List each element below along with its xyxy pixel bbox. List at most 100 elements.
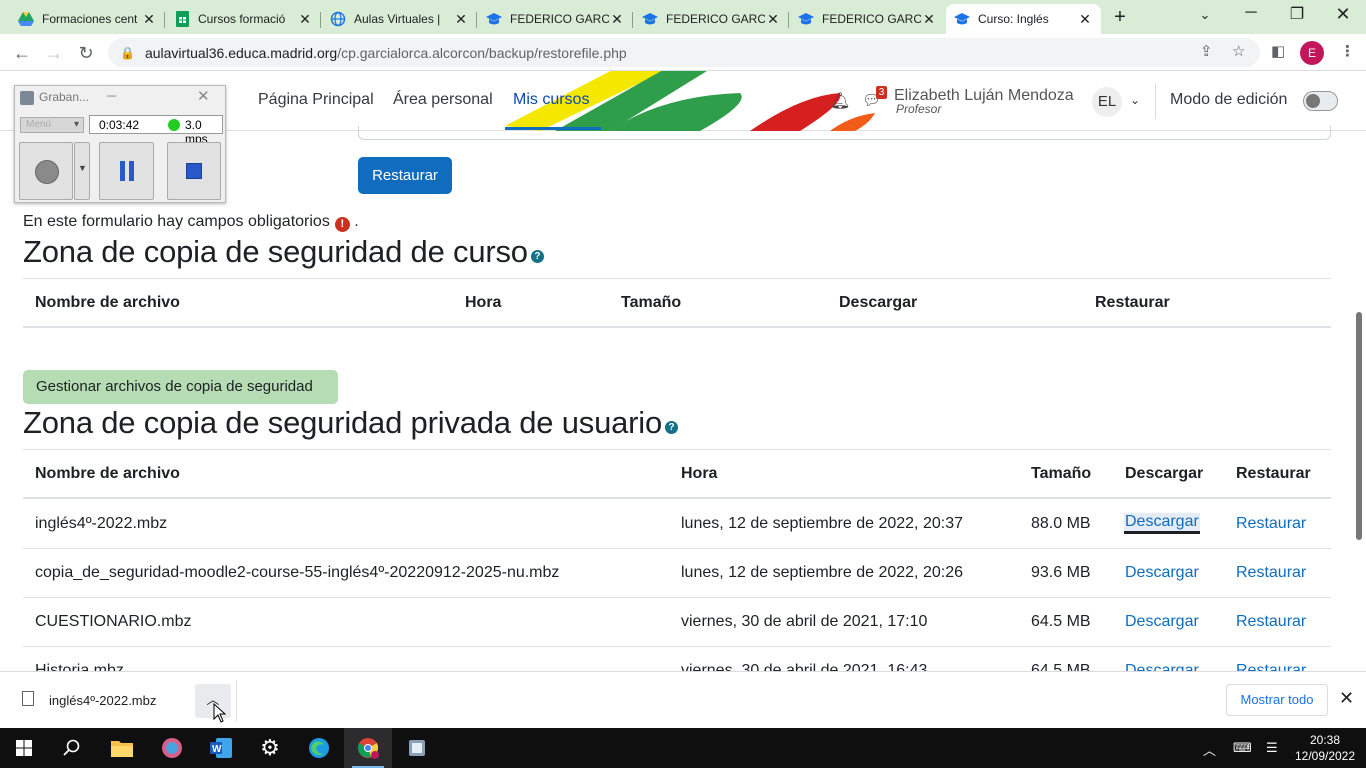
col-nombre: Nombre de archivo <box>35 465 180 482</box>
close-tab-icon[interactable]: ✕ <box>609 11 625 28</box>
close-tab-icon[interactable]: ✕ <box>297 11 313 28</box>
close-tab-icon[interactable]: ✕ <box>453 11 469 28</box>
col-restaurar: Restaurar <box>1236 465 1311 482</box>
tab-title: Aulas Virtuales | <box>354 12 441 26</box>
minimize-window-icon[interactable]: ─ <box>1236 4 1266 22</box>
minimize-icon[interactable]: ─ <box>107 88 116 103</box>
show-all-downloads-button[interactable]: Mostrar todo <box>1226 684 1328 716</box>
col-descargar: Descargar <box>1125 465 1204 482</box>
tab-title: FEDERICO GARCI <box>822 12 921 26</box>
recorder-menu-label: Menú <box>26 119 52 130</box>
back-arrow-icon[interactable]: ← <box>10 41 34 65</box>
chrome-icon <box>357 738 379 759</box>
bell-icon[interactable]: 🔔︎ <box>830 91 850 111</box>
nav-mis-cursos[interactable]: Mis cursos <box>513 91 589 109</box>
close-tab-icon[interactable]: ✕ <box>921 11 937 28</box>
col-restaurar: Restaurar <box>1095 294 1170 311</box>
system-clock[interactable]: 20:38 12/09/2022 <box>1294 732 1356 764</box>
moodle-cap-icon <box>486 11 502 27</box>
close-download-shelf-icon[interactable]: ✕ <box>1339 688 1354 709</box>
taskbar-app-ai[interactable] <box>148 728 196 768</box>
restore-link[interactable]: Restaurar <box>1236 515 1306 533</box>
record-options-button[interactable]: ▼ <box>74 142 90 200</box>
dropdown-arrow-icon: ▾ <box>73 119 79 130</box>
brain-app-icon <box>162 738 182 758</box>
nav-area-personal[interactable]: Área personal <box>393 91 493 109</box>
download-link[interactable]: Descargar <box>1125 564 1199 582</box>
col-tamano: Tamaño <box>1031 465 1092 482</box>
forward-arrow-icon[interactable]: → <box>42 41 66 65</box>
lock-icon[interactable]: 🔒 <box>120 46 135 60</box>
screen-recorder-window[interactable]: Graban... ─ ✕ Menú ▾ 0:03:42 3.0 mps ▼ <box>14 85 226 203</box>
new-tab-icon[interactable]: + <box>1108 6 1132 29</box>
help-question-icon[interactable]: ? <box>530 250 544 263</box>
mouse-cursor-icon <box>213 703 227 723</box>
notifications-icon[interactable]: ☰ <box>1266 740 1278 756</box>
svg-text:W: W <box>212 744 222 755</box>
nav-pagina-principal[interactable]: Página Principal <box>258 91 374 109</box>
record-circle-icon <box>35 160 59 184</box>
browser-menu-icon[interactable]: ⋮ <box>1340 42 1355 60</box>
user-avatar-initials[interactable]: EL <box>1092 87 1122 117</box>
url-host: aulavirtual36.educa.madrid.org <box>144 44 338 61</box>
browser-tab-federico-3[interactable]: FEDERICO GARCI ✕ <box>790 4 945 34</box>
file-picker-field[interactable] <box>358 126 1331 140</box>
input-method-icon[interactable]: ⌨ <box>1233 740 1252 756</box>
manage-backup-files-button[interactable]: Gestionar archivos de copia de seguridad <box>23 370 338 404</box>
recorder-app-icon <box>20 91 34 105</box>
profile-avatar[interactable]: E <box>1300 41 1324 65</box>
taskbar-edge[interactable] <box>295 728 343 768</box>
download-link[interactable]: Descargar <box>1125 613 1199 631</box>
taskbar-chrome[interactable] <box>344 728 392 768</box>
record-button[interactable] <box>19 142 73 200</box>
downloaded-file-name[interactable]: inglés4º-2022.mbz <box>49 693 156 708</box>
tab-search-chevron-icon[interactable]: ⌄ <box>1190 7 1220 23</box>
close-tab-icon[interactable]: ✕ <box>765 11 781 28</box>
close-window-icon[interactable]: ✕ <box>1328 4 1358 25</box>
browser-tab-formaciones[interactable]: Formaciones cent ✕ <box>10 4 165 34</box>
edit-mode-toggle[interactable] <box>1303 91 1338 111</box>
recording-status-dot-icon <box>168 119 180 131</box>
browser-tab-cursos[interactable]: Cursos formació ✕ <box>166 4 321 34</box>
restore-link[interactable]: Restaurar <box>1236 613 1306 631</box>
help-question-icon[interactable]: ? <box>665 421 679 434</box>
reload-icon[interactable]: ↻ <box>74 41 98 65</box>
taskbar-file-explorer[interactable] <box>98 728 146 768</box>
recorder-title: Graban... <box>39 90 90 104</box>
bookmark-star-icon[interactable]: ☆ <box>1232 42 1245 60</box>
tab-title: FEDERICO GARCI <box>666 12 765 26</box>
restore-button[interactable]: Restaurar <box>358 157 452 194</box>
tab-title: Curso: Inglés <box>978 12 1049 26</box>
close-tab-icon[interactable]: ✕ <box>1077 11 1093 28</box>
close-icon[interactable]: ✕ <box>197 87 210 105</box>
file-name: copia_de_seguridad-moodle2-course-55-ing… <box>35 564 560 581</box>
table-row: inglés4º-2022.mbz lunes, 12 de septiembr… <box>23 500 1331 549</box>
show-hidden-icons-chevron-icon[interactable]: ︿ <box>1203 740 1216 759</box>
windows-logo-icon <box>16 740 32 756</box>
side-panel-icon[interactable]: ◧ <box>1271 42 1285 60</box>
course-backup-table-header: Nombre de archivo Hora Tamaño Descargar … <box>23 278 1331 328</box>
pause-button[interactable] <box>99 142 154 200</box>
taskbar-settings[interactable]: ⚙ <box>246 728 294 768</box>
browser-tab-federico-1[interactable]: FEDERICO GARCI ✕ <box>478 4 633 34</box>
recorder-menu-dropdown[interactable]: Menú ▾ <box>20 117 84 133</box>
download-link[interactable]: Descargar <box>1124 513 1200 534</box>
search-button[interactable] <box>48 728 96 768</box>
browser-tab-aulas[interactable]: Aulas Virtuales | ✕ <box>322 4 477 34</box>
recording-elapsed: 0:03:42 <box>99 118 140 132</box>
taskbar-recorder[interactable] <box>393 728 441 768</box>
restore-window-icon[interactable]: ❐ <box>1282 4 1312 24</box>
restore-link[interactable]: Restaurar <box>1236 564 1306 582</box>
edge-icon <box>309 738 329 758</box>
browser-tab-curso-ingles[interactable]: Curso: Inglés ✕ <box>946 4 1101 34</box>
stop-button[interactable] <box>167 142 221 200</box>
dropdown-arrow-icon: ▼ <box>78 163 87 173</box>
address-bar[interactable]: 🔒 aulavirtual36.educa.madrid.org/cp.garc… <box>108 38 1260 67</box>
close-tab-icon[interactable]: ✕ <box>141 11 157 28</box>
share-icon[interactable]: ⇪ <box>1200 42 1213 60</box>
start-button[interactable] <box>0 728 48 768</box>
page-scrollbar[interactable] <box>1356 312 1362 540</box>
browser-tab-federico-2[interactable]: FEDERICO GARCI ✕ <box>634 4 789 34</box>
taskbar-word[interactable]: W <box>197 728 245 768</box>
chevron-down-icon[interactable]: ⌄ <box>1130 93 1140 107</box>
